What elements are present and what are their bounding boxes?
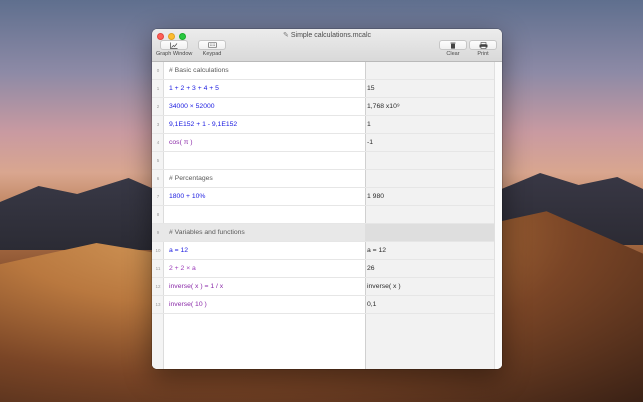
worksheet-line[interactable]: 7 1800 + 10% 1 980: [152, 188, 494, 206]
line-number: 0: [156, 68, 160, 73]
titlebar: ✎ Simple calculations.mcalc Graph Window …: [152, 29, 502, 62]
line-result: 15: [367, 85, 375, 92]
clear-button[interactable]: Clear: [439, 40, 467, 57]
line-expression[interactable]: a = 12: [169, 242, 188, 260]
line-expression[interactable]: 34000 × 52000: [169, 98, 215, 116]
worksheet: 0 # Basic calculations 1 1 + 2 + 3 + 4 +…: [152, 62, 502, 369]
keypad-button[interactable]: Keypad: [198, 40, 226, 57]
worksheet-line[interactable]: 2 34000 × 52000 1,768 x10⁹: [152, 98, 494, 116]
line-result: 1,768 x10⁹: [367, 103, 400, 110]
active-line-result-bg: [365, 224, 494, 241]
line-expression[interactable]: inverse( x ) = 1 / x: [169, 278, 223, 296]
line-result: inverse( x ): [367, 283, 401, 290]
line-number: 10: [155, 248, 161, 253]
line-number: 9: [156, 230, 160, 235]
graph-window-button[interactable]: Graph Window: [156, 40, 192, 57]
line-number: 6: [156, 176, 160, 181]
worksheet-line[interactable]: 11 2 + 2 × a 26: [152, 260, 494, 278]
worksheet-line[interactable]: 0 # Basic calculations: [152, 62, 494, 80]
worksheet-line[interactable]: 8: [152, 206, 494, 224]
line-number: 5: [156, 158, 160, 163]
line-expression[interactable]: # Percentages: [169, 170, 213, 188]
graph-icon: [170, 42, 178, 49]
print-button[interactable]: Print: [469, 40, 497, 57]
line-number: 3: [156, 122, 160, 127]
printer-icon: [479, 41, 487, 49]
line-expression[interactable]: cos( π ): [169, 134, 193, 152]
line-result: a = 12: [367, 247, 387, 254]
worksheet-line[interactable]: 12 inverse( x ) = 1 / x inverse( x ): [152, 278, 494, 296]
worksheet-line[interactable]: 4 cos( π ) -1: [152, 134, 494, 152]
worksheet-line[interactable]: 5: [152, 152, 494, 170]
worksheet-line[interactable]: 1 1 + 2 + 3 + 4 + 5 15: [152, 80, 494, 98]
graph-window-label: Graph Window: [156, 51, 193, 57]
line-number: 11: [155, 266, 161, 271]
clear-label: Clear: [446, 51, 460, 57]
worksheet-line[interactable]: 13 inverse( 10 ) 0,1: [152, 296, 494, 314]
line-expression[interactable]: 2 + 2 × a: [169, 260, 196, 278]
line-result: -1: [367, 139, 374, 146]
line-expression[interactable]: 1800 + 10%: [169, 188, 205, 206]
line-number: 8: [156, 212, 160, 217]
line-number: 4: [156, 140, 160, 145]
line-expression[interactable]: inverse( 10 ): [169, 296, 207, 314]
line-result: 26: [367, 265, 375, 272]
line-number: 12: [155, 284, 161, 289]
line-result: 1 980: [367, 193, 385, 200]
worksheet-line-active[interactable]: 9 # Variables and functions: [152, 224, 494, 242]
vertical-scrollbar[interactable]: [494, 62, 502, 369]
keypad-label: Keypad: [202, 51, 222, 57]
worksheet-line[interactable]: 6 # Percentages: [152, 170, 494, 188]
worksheet-line[interactable]: 3 9,1E152 + 1 - 9,1E152 1: [152, 116, 494, 134]
print-label: Print: [477, 51, 489, 57]
keypad-icon: [207, 42, 217, 48]
line-number: 7: [156, 194, 160, 199]
line-expression[interactable]: 9,1E152 + 1 - 9,1E152: [169, 116, 237, 134]
window-title-text: Simple calculations.mcalc: [290, 32, 372, 39]
trash-icon: [450, 42, 456, 49]
line-number: 13: [155, 302, 161, 307]
line-expression[interactable]: # Variables and functions: [169, 224, 245, 242]
line-number: 1: [156, 86, 160, 91]
line-expression[interactable]: # Basic calculations: [169, 62, 229, 80]
calculator-window: ✎ Simple calculations.mcalc Graph Window …: [152, 29, 502, 369]
window-title: ✎ Simple calculations.mcalc: [152, 31, 502, 39]
line-number: 2: [156, 104, 160, 109]
line-result: 0,1: [367, 301, 377, 308]
worksheet-line[interactable]: 10 a = 12 a = 12: [152, 242, 494, 260]
line-result: 1: [367, 121, 371, 128]
document-icon: ✎: [282, 32, 289, 39]
line-expression[interactable]: 1 + 2 + 3 + 4 + 5: [169, 80, 219, 98]
